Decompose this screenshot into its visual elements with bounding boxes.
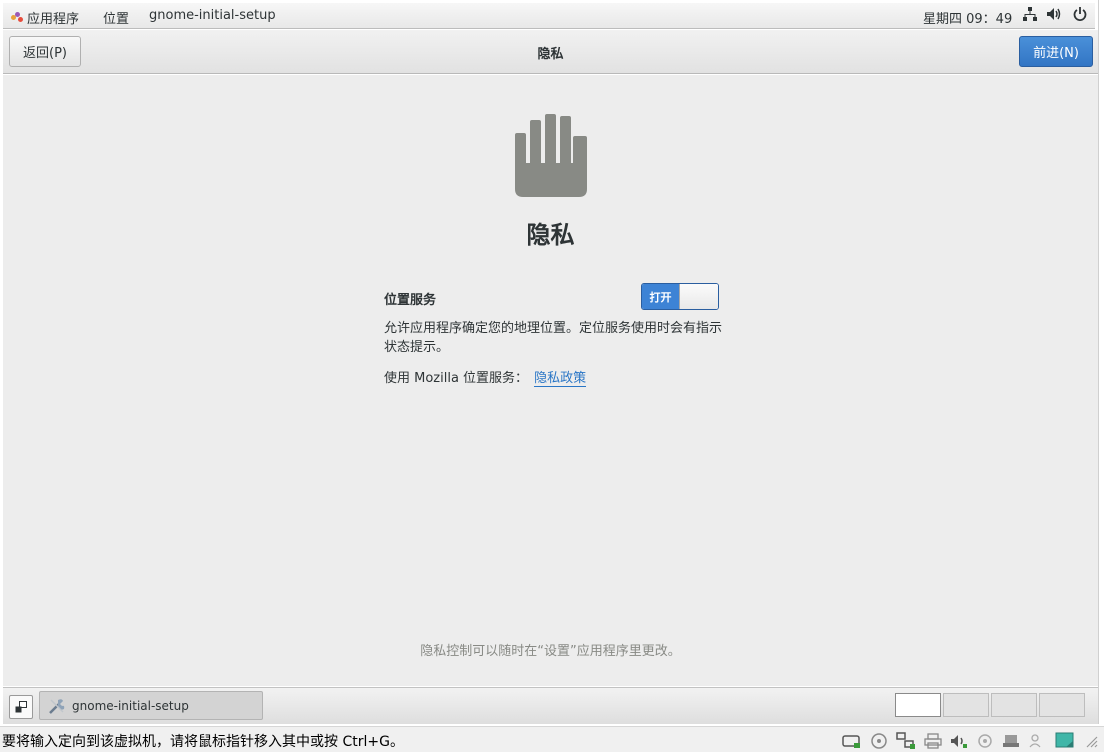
privacy-page: 隐私 位置服务 打开 允许应用程序确定您的地理位置。定位服务使用时会有指示状态提… [3, 75, 1098, 686]
page-title: 隐私 [526, 221, 575, 249]
host-status-bar: 要将输入定向到该虚拟机，请将鼠标指针移入其中或按 Ctrl+G。 [0, 726, 1104, 752]
user-icon[interactable] [1028, 732, 1046, 750]
switch-on-label: 打开 [642, 284, 679, 309]
cd-drive-icon[interactable] [870, 732, 888, 750]
host-device-icons [842, 731, 1098, 751]
message-icon[interactable] [1054, 731, 1076, 751]
workspace-1[interactable] [895, 693, 941, 717]
app-menu[interactable]: gnome-initial-setup [149, 8, 276, 23]
taskbar-item-label: gnome-initial-setup [72, 698, 189, 713]
taskbar-item-initial-setup[interactable]: gnome-initial-setup [39, 691, 263, 720]
mozilla-prefix: 使用 Mozilla 位置服务： [384, 371, 529, 386]
window-list-bar: gnome-initial-setup [3, 687, 1098, 724]
mozilla-location-line: 使用 Mozilla 位置服务： 隐私政策 [384, 367, 587, 387]
gnome-top-bar: 应用程序 位置 gnome-initial-setup 星期四 09：49 [3, 3, 1095, 29]
location-services-switch[interactable]: 打开 [641, 283, 719, 310]
applications-menu[interactable]: 应用程序 [11, 8, 79, 27]
vm-display: 应用程序 位置 gnome-initial-setup 星期四 09：49 返回… [0, 0, 1098, 724]
network-adapter-icon[interactable] [896, 732, 916, 750]
workspace-switcher[interactable] [895, 693, 1085, 717]
usb-icon[interactable] [976, 732, 994, 750]
location-description: 允许应用程序确定您的地理位置。定位服务使用时会有指示状态提示。 [384, 321, 723, 355]
places-menu[interactable]: 位置 [103, 8, 129, 27]
host-status-message: 要将输入定向到该虚拟机，请将鼠标指针移入其中或按 Ctrl+G。 [2, 734, 404, 750]
sound-card-icon[interactable] [950, 732, 968, 750]
header-bar: 返回(P) 隐私 前进(N) [3, 30, 1098, 74]
power-icon [1073, 7, 1087, 21]
show-desktop-button[interactable] [9, 695, 33, 719]
clock[interactable]: 星期四 09：49 [923, 8, 1012, 27]
privacy-footer-note: 隐私控制可以随时在“设置”应用程序里更改。 [420, 644, 681, 659]
hard-disk-icon[interactable] [842, 732, 862, 750]
privacy-policy-link[interactable]: 隐私政策 [534, 371, 587, 387]
host-window-edge [1098, 0, 1104, 724]
system-tray[interactable] [1023, 7, 1087, 21]
printer-icon[interactable] [924, 732, 942, 750]
gnome-foot-icon [11, 11, 23, 24]
applications-label: 应用程序 [27, 12, 80, 27]
workspace-2[interactable] [943, 693, 989, 717]
tools-icon [49, 698, 65, 714]
removable-device-icon[interactable] [1002, 732, 1020, 750]
switch-knob[interactable] [679, 284, 718, 309]
volume-icon [1047, 8, 1061, 20]
show-desktop-icon [15, 701, 27, 713]
network-icon [1023, 7, 1037, 21]
header-title: 隐私 [537, 47, 564, 62]
next-button[interactable]: 前进(N) [1019, 36, 1093, 67]
resize-grip-icon[interactable] [1084, 734, 1098, 748]
privacy-hand-icon [515, 114, 587, 197]
location-services-label: 位置服务 [384, 293, 437, 308]
workspace-3[interactable] [991, 693, 1037, 717]
workspace-4[interactable] [1039, 693, 1085, 717]
